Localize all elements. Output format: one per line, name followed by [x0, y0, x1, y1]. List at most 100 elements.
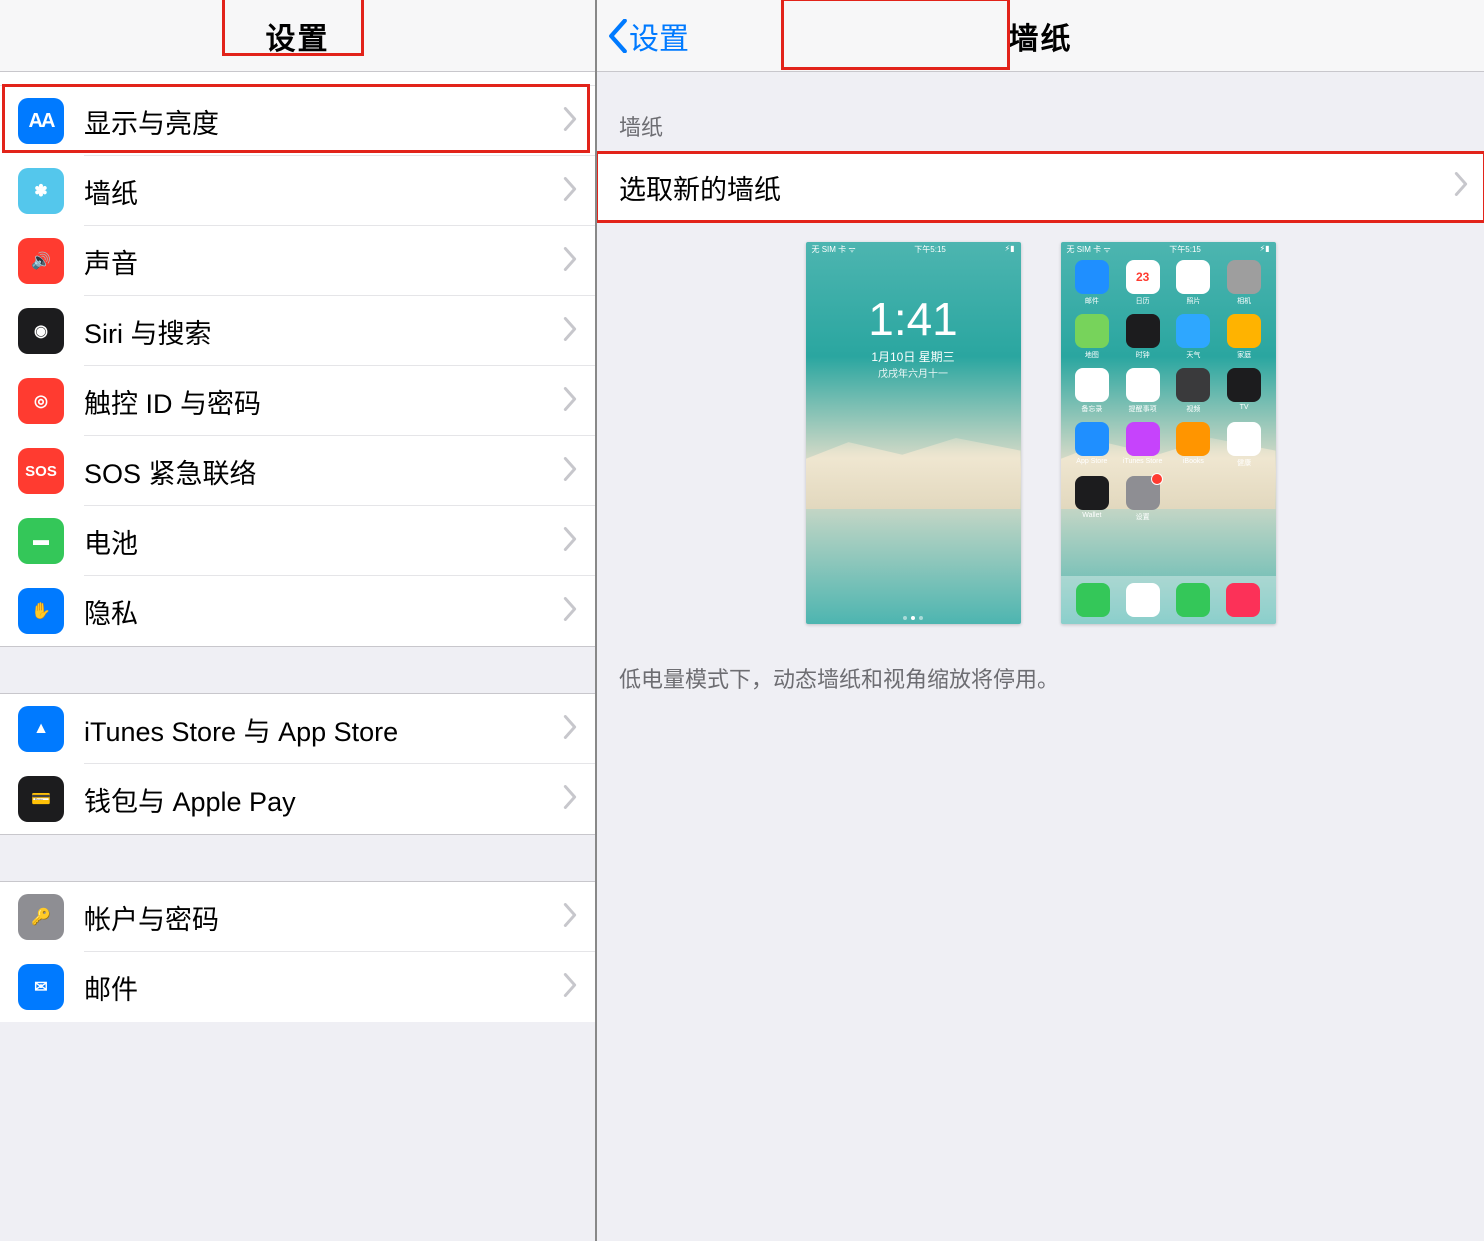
app-label: 时钟	[1136, 350, 1150, 360]
app-icon	[1075, 476, 1109, 510]
back-button[interactable]: 设置	[607, 0, 689, 71]
preview-app: 天气	[1170, 314, 1217, 364]
app-label: 健康	[1237, 458, 1251, 468]
settings-row-accounts[interactable]: 🔑帐户与密码	[0, 882, 595, 952]
app-icon	[1126, 314, 1160, 348]
app-icon	[1176, 422, 1210, 456]
chevron-right-icon	[563, 247, 577, 276]
preview-app: 邮件	[1069, 260, 1116, 310]
touch-id-icon: ◎	[18, 378, 64, 424]
app-label: TV	[1240, 404, 1249, 411]
accounts-passwords-icon: 🔑	[18, 894, 64, 940]
chevron-left-icon	[607, 19, 629, 53]
wallpaper-previews: 无 SIM 卡 ᯤ 下午5:15 ⚡︎▮ 1:41 1月10日 星期三 戊戌年六…	[597, 222, 1484, 644]
dock-app-icon	[1126, 583, 1160, 617]
preview-app: 设置	[1119, 476, 1166, 526]
settings-title: 设置	[266, 14, 330, 58]
chevron-right-icon	[563, 457, 577, 486]
mail-icon: ✉	[18, 964, 64, 1010]
homescreen-preview[interactable]: 无 SIM 卡 ᯤ 下午5:15 ⚡︎▮ 邮件 23日历照片 相机地图 时钟 天气家庭备…	[1061, 242, 1276, 624]
app-icon	[1075, 368, 1109, 402]
partial-row-general[interactable]	[0, 72, 595, 86]
app-icon	[1176, 314, 1210, 348]
status-center: 下午5:15	[914, 244, 946, 254]
settings-scroll[interactable]: AA显示与亮度✽墙纸🔊声音 ◉ Siri 与搜索 ◎触控 ID 与密码SOSSOS 紧…	[0, 72, 595, 1241]
dock-app-icon	[1226, 583, 1260, 617]
wallpaper-title: 墙纸	[1009, 14, 1073, 58]
settings-row-itunes[interactable]: ▲iTunes Store 与 App Store	[0, 694, 595, 764]
chevron-right-icon	[563, 715, 577, 744]
sos-icon: SOS	[18, 448, 64, 494]
app-icon	[1176, 368, 1210, 402]
back-label: 设置	[629, 14, 689, 58]
preview-app: 相机	[1221, 260, 1268, 310]
chevron-right-icon	[563, 177, 577, 206]
wave-sand-graphic	[806, 425, 1021, 509]
settings-row-mail[interactable]: ✉邮件	[0, 952, 595, 1022]
chevron-right-icon	[563, 973, 577, 1002]
app-icon	[1227, 314, 1261, 348]
preview-app: iTunes Store	[1119, 422, 1166, 472]
app-label: 邮件	[1085, 296, 1099, 306]
preview-app: 照片	[1170, 260, 1217, 310]
settings-row-label: Siri 与搜索	[84, 312, 563, 351]
preview-app: 地图	[1069, 314, 1116, 364]
highlight-box-wallpaper-title	[781, 0, 1010, 70]
preview-app: 时钟	[1119, 314, 1166, 364]
lockscreen-lunar-date: 戊戌年六月十一	[806, 365, 1021, 380]
app-icon	[1227, 368, 1261, 402]
app-label: 日历	[1136, 296, 1150, 306]
settings-row-sos[interactable]: SOSSOS 紧急联络	[0, 436, 595, 506]
app-icon	[1176, 260, 1210, 294]
settings-row-label: 显示与亮度	[84, 102, 563, 141]
settings-row-battery[interactable]: ▬电池	[0, 506, 595, 576]
app-label: 相机	[1237, 296, 1251, 306]
dock	[1061, 576, 1276, 624]
section-header-wallpaper: 墙纸	[597, 72, 1484, 152]
choose-new-wallpaper-row[interactable]: 选取新的墙纸	[597, 152, 1484, 222]
lockscreen-preview[interactable]: 无 SIM 卡 ᯤ 下午5:15 ⚡︎▮ 1:41 1月10日 星期三 戊戌年六…	[806, 242, 1021, 624]
settings-row-display[interactable]: AA显示与亮度	[0, 86, 595, 156]
privacy-icon: ✋	[18, 588, 64, 634]
preview-statusbar-lock: 无 SIM 卡 ᯤ 下午5:15 ⚡︎▮	[806, 242, 1021, 256]
app-icon	[1075, 314, 1109, 348]
settings-row-siri[interactable]: ◉ Siri 与搜索	[0, 296, 595, 366]
app-label: 视频	[1186, 404, 1200, 414]
preview-app: App Store	[1069, 422, 1116, 472]
preview-app: 健康	[1221, 422, 1268, 472]
app-grid: 邮件 23日历照片 相机地图 时钟 天气家庭备忘录 提醒事项 视频 TV App Store iT…	[1069, 260, 1268, 572]
preview-app: 提醒事项	[1119, 368, 1166, 418]
preview-app: 家庭	[1221, 314, 1268, 364]
app-label: 提醒事项	[1129, 404, 1157, 414]
app-label: App Store	[1076, 458, 1107, 465]
preview-app: Wallet	[1069, 476, 1116, 526]
app-label: 备忘录	[1081, 404, 1102, 414]
preview-app: 视频	[1170, 368, 1217, 418]
settings-row-sound[interactable]: 🔊声音	[0, 226, 595, 296]
app-label: 照片	[1186, 296, 1200, 306]
app-icon	[1126, 368, 1160, 402]
lockscreen-time-block: 1:41 1月10日 星期三 戊戌年六月十一	[806, 292, 1021, 380]
app-icon	[1075, 260, 1109, 294]
settings-row-privacy[interactable]: ✋ 隐私	[0, 576, 595, 646]
wallpaper-icon: ✽	[18, 168, 64, 214]
preview-app: 23日历	[1119, 260, 1166, 310]
settings-row-wallet[interactable]: 💳钱包与 Apple Pay	[0, 764, 595, 834]
settings-row-touchid[interactable]: ◎触控 ID 与密码	[0, 366, 595, 436]
wallpaper-panel: 设置 墙纸 墙纸 选取新的墙纸 无 SIM 卡 ᯤ 下午5:15 ⚡︎▮ 1:4…	[597, 0, 1484, 1241]
settings-row-label: 隐私	[84, 592, 563, 631]
chevron-right-icon	[1454, 172, 1468, 203]
page-dots	[806, 616, 1021, 620]
settings-navbar: 设置	[0, 0, 595, 72]
app-store-icon: ▲	[18, 706, 64, 752]
preview-statusbar-home: 无 SIM 卡 ᯤ 下午5:15 ⚡︎▮	[1061, 242, 1276, 256]
settings-row-wallpaper[interactable]: ✽墙纸	[0, 156, 595, 226]
chevron-right-icon	[563, 903, 577, 932]
sound-icon: 🔊	[18, 238, 64, 284]
siri-icon: ◉	[18, 308, 64, 354]
chevron-right-icon	[563, 387, 577, 416]
app-icon	[1227, 260, 1261, 294]
app-label: 地图	[1085, 350, 1099, 360]
app-label: Wallet	[1082, 512, 1101, 519]
wallpaper-scroll[interactable]: 墙纸 选取新的墙纸 无 SIM 卡 ᯤ 下午5:15 ⚡︎▮ 1:41 1月10…	[597, 72, 1484, 1241]
